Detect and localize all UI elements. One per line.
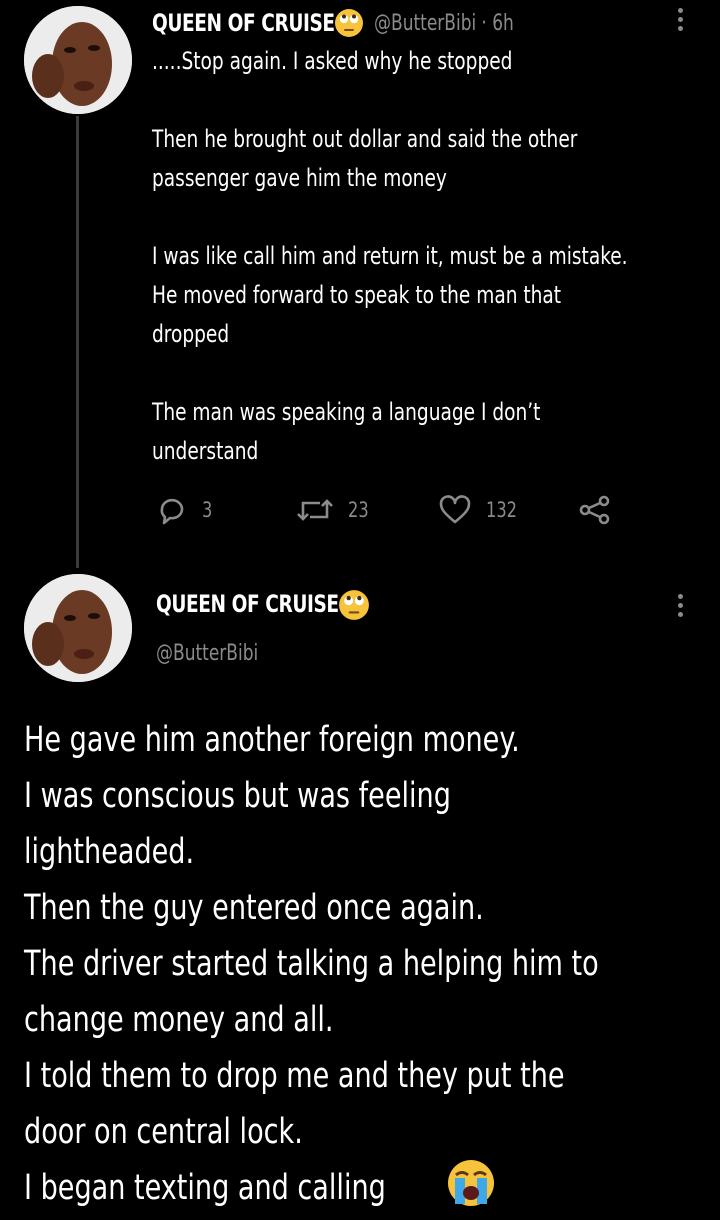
retweet-icon (297, 499, 333, 521)
display-name[interactable]: QUEEN OF CRUISE (156, 590, 339, 618)
handle[interactable]: @ButterBibi (156, 638, 258, 668)
avatar[interactable] (24, 6, 132, 114)
timestamp[interactable]: · 6h (481, 11, 513, 36)
face-rolling-eyes-emoji (339, 590, 369, 620)
retweet-button[interactable]: 23 (296, 494, 372, 526)
tweet1-text: .....Stop again. I asked why he stopped … (152, 47, 628, 465)
heart-icon (439, 495, 471, 524)
like-button[interactable]: 132 (438, 494, 522, 526)
tweet1-header: QUEEN OF CRUISE (152, 8, 364, 38)
thread-line (76, 116, 79, 568)
display-name[interactable]: QUEEN OF CRUISE (152, 9, 335, 37)
tweet2-header: QUEEN OF CRUISE (156, 588, 368, 620)
handle-text: @ButterBibi (156, 640, 259, 666)
like-count: 132 (486, 498, 518, 522)
more-vertical-icon[interactable] (676, 594, 684, 617)
more-vertical-icon[interactable] (676, 8, 684, 31)
handle[interactable]: @ButterBibi (374, 11, 476, 36)
loudly-crying-face-emoji (448, 1160, 494, 1206)
retweet-count: 23 (348, 498, 369, 522)
tweet2-text: He gave him another foreign money. I was… (24, 720, 599, 1208)
share-button[interactable] (578, 494, 612, 526)
share-icon (579, 495, 610, 525)
reply-count: 3 (202, 498, 213, 522)
face-rolling-eyes-emoji (335, 9, 363, 37)
handle-and-time: @ButterBibi · 6h (374, 8, 514, 38)
avatar[interactable] (24, 574, 132, 682)
reply-button[interactable]: 3 (156, 494, 214, 526)
reply-icon (160, 498, 184, 525)
